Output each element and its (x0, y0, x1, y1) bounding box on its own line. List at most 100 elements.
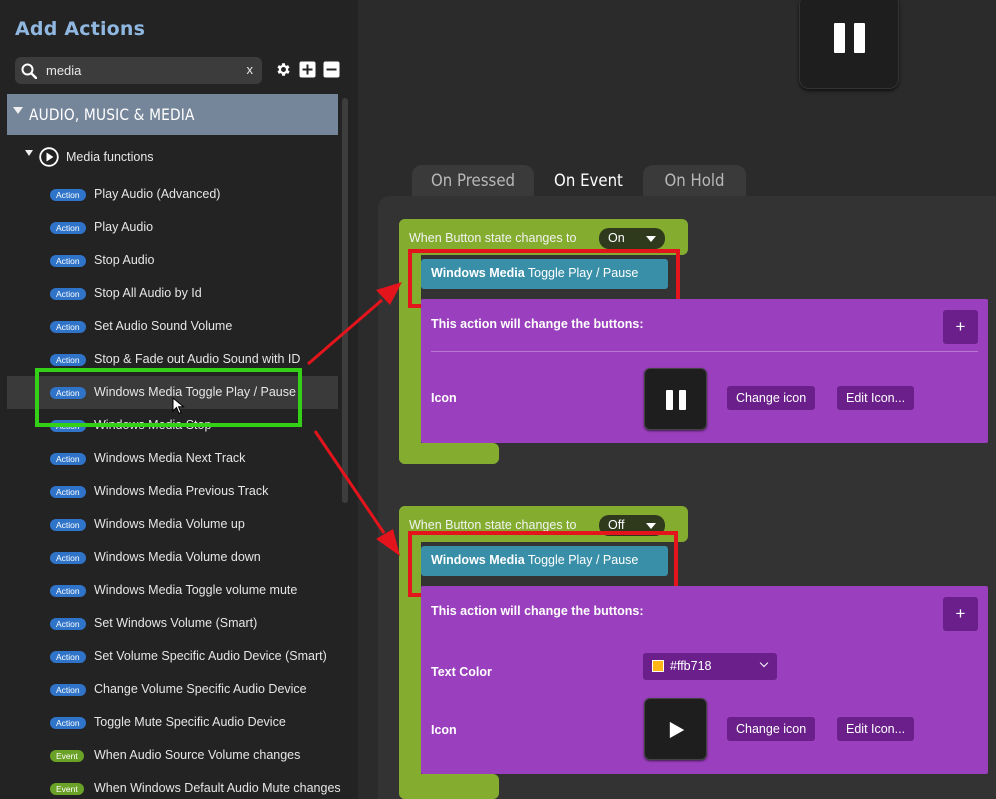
app-window: Add Actions x AUDIO, MUSIC & MEDIA (0, 0, 996, 799)
list-item-label: Windows Media Toggle volume mute (94, 583, 298, 597)
icon-row-label: Icon (431, 723, 457, 737)
event-condition-label: When Button state changes to (409, 231, 577, 245)
plus-square-icon[interactable] (299, 61, 316, 78)
edit-icon-button[interactable]: Edit Icon... (837, 717, 915, 741)
color-swatch (652, 660, 664, 672)
list-item[interactable]: Event When Windows Default Audio Mute cha… (7, 772, 341, 799)
change-heading: This action will change the buttons: (431, 317, 644, 331)
divider (431, 351, 978, 352)
list-item-label: Set Audio Sound Volume (94, 319, 233, 333)
play-circle-icon (39, 147, 59, 167)
list-item-label: Set Windows Volume (Smart) (94, 616, 258, 630)
list-item[interactable]: Action Set Windows Volume (Smart) (7, 607, 338, 640)
change-icon-button[interactable]: Change icon (727, 386, 816, 410)
list-item-label: Stop All Audio by Id (94, 286, 202, 300)
list-item[interactable]: Action Play Audio (7, 211, 338, 244)
change-buttons-panel: This action will change the buttons: + T… (421, 586, 988, 774)
list-item[interactable]: Action Stop All Audio by Id (7, 277, 338, 310)
list-item[interactable]: Action Set Volume Specific Audio Device (… (7, 640, 338, 673)
list-item[interactable]: Action Play Audio (Advanced) (7, 178, 338, 211)
event-badge: Event (50, 750, 84, 762)
action-badge: Action (50, 519, 86, 531)
dropdown-caret-icon (646, 523, 656, 529)
text-color-label: Text Color (431, 665, 492, 679)
list-item-label: When Audio Source Volume changes (94, 748, 301, 762)
gear-icon[interactable] (275, 61, 292, 78)
icon-preview[interactable] (644, 698, 707, 760)
tab-on-hold[interactable]: On Hold (643, 165, 746, 198)
change-heading: This action will change the buttons: (431, 604, 644, 618)
scrollbar[interactable] (342, 98, 348, 503)
mouse-cursor-icon (172, 397, 185, 415)
category-header[interactable]: AUDIO, MUSIC & MEDIA (7, 94, 338, 135)
state-select[interactable]: On (599, 228, 665, 249)
search-input[interactable] (46, 61, 236, 80)
event-block-on-footer (399, 443, 499, 464)
expand-triangle-icon (25, 150, 33, 156)
add-change-button[interactable]: + (943, 310, 978, 344)
action-badge: Action (50, 453, 86, 465)
change-buttons-panel: This action will change the buttons: + I… (421, 299, 988, 443)
list-item-label: Play Audio (94, 220, 154, 234)
list-item-label: Play Audio (Advanced) (94, 187, 221, 201)
action-badge: Action (50, 552, 86, 564)
tab-on-event[interactable]: On Event (537, 165, 640, 198)
action-badge: Action (50, 354, 86, 366)
action-badge: Action (50, 486, 86, 498)
list-item-label: Change Volume Specific Audio Device (94, 682, 307, 696)
tab-on-pressed[interactable]: On Pressed (412, 165, 534, 198)
subcategory-media-functions[interactable]: Media functions (22, 147, 322, 169)
action-badge: Action (50, 651, 86, 663)
action-badge: Action (50, 618, 86, 630)
action-badge: Action (50, 255, 86, 267)
list-item[interactable]: Action Change Volume Specific Audio Devic… (7, 673, 338, 706)
list-item-label: Windows Media Next Track (94, 451, 246, 465)
icon-row-label: Icon (431, 391, 457, 405)
list-item-label: Stop Audio (94, 253, 155, 267)
icon-preview[interactable] (644, 368, 707, 430)
event-condition-label: When Button state changes to (409, 518, 577, 532)
event-block-off-footer (399, 774, 499, 799)
list-item-label: Stop & Fade out Audio Sound with ID (94, 352, 301, 366)
clear-search-button[interactable]: x (247, 62, 254, 77)
edit-icon-button[interactable]: Edit Icon... (837, 386, 915, 410)
search-icon (21, 63, 37, 79)
list-item[interactable]: Action Stop Audio (7, 244, 338, 277)
category-label: AUDIO, MUSIC & MEDIA (29, 105, 195, 124)
action-badge: Action (50, 717, 86, 729)
add-change-button[interactable]: + (943, 597, 978, 631)
chevron-down-icon (759, 658, 769, 668)
expand-triangle-icon (13, 107, 23, 114)
action-badge: Action (50, 321, 86, 333)
list-item-label: Windows Media Volume up (94, 517, 245, 531)
add-actions-panel: Add Actions x AUDIO, MUSIC & MEDIA (0, 0, 358, 799)
action-badge: Action (50, 222, 86, 234)
action-badge: Action (50, 684, 86, 696)
action-badge: Action (50, 585, 86, 597)
pause-icon (834, 23, 866, 53)
minus-square-icon[interactable] (323, 61, 340, 78)
list-item[interactable]: Action Toggle Mute Specific Audio Device (7, 706, 338, 739)
action-badge: Action (50, 189, 86, 201)
change-icon-button[interactable]: Change icon (727, 717, 816, 741)
list-item-label: Toggle Mute Specific Audio Device (94, 715, 286, 729)
panel-title: Add Actions (15, 18, 146, 40)
list-item[interactable]: Action Windows Media Volume down (7, 541, 338, 574)
list-item[interactable]: Action Windows Media Previous Track (7, 475, 338, 508)
list-item-label: Set Volume Specific Audio Device (Smart) (94, 649, 327, 663)
action-badge: Action (50, 288, 86, 300)
dropdown-caret-icon (646, 236, 656, 242)
search-box[interactable]: x (15, 57, 262, 84)
list-item[interactable]: Action Windows Media Volume up (7, 508, 338, 541)
selection-highlight (35, 368, 302, 427)
list-item[interactable]: Action Set Audio Sound Volume (7, 310, 338, 343)
list-item[interactable]: Action Windows Media Toggle volume mute (7, 574, 338, 607)
list-item[interactable]: Action Windows Media Next Track (7, 442, 338, 475)
list-item[interactable]: Event When Audio Source Volume changes (7, 739, 338, 772)
pause-icon (666, 390, 687, 410)
button-preview[interactable] (799, 0, 899, 89)
list-item-label: When Windows Default Audio Mute changes (94, 781, 341, 795)
text-color-select[interactable]: #ffb718 (643, 653, 777, 680)
subcategory-label: Media functions (66, 150, 154, 164)
play-icon (669, 721, 685, 739)
